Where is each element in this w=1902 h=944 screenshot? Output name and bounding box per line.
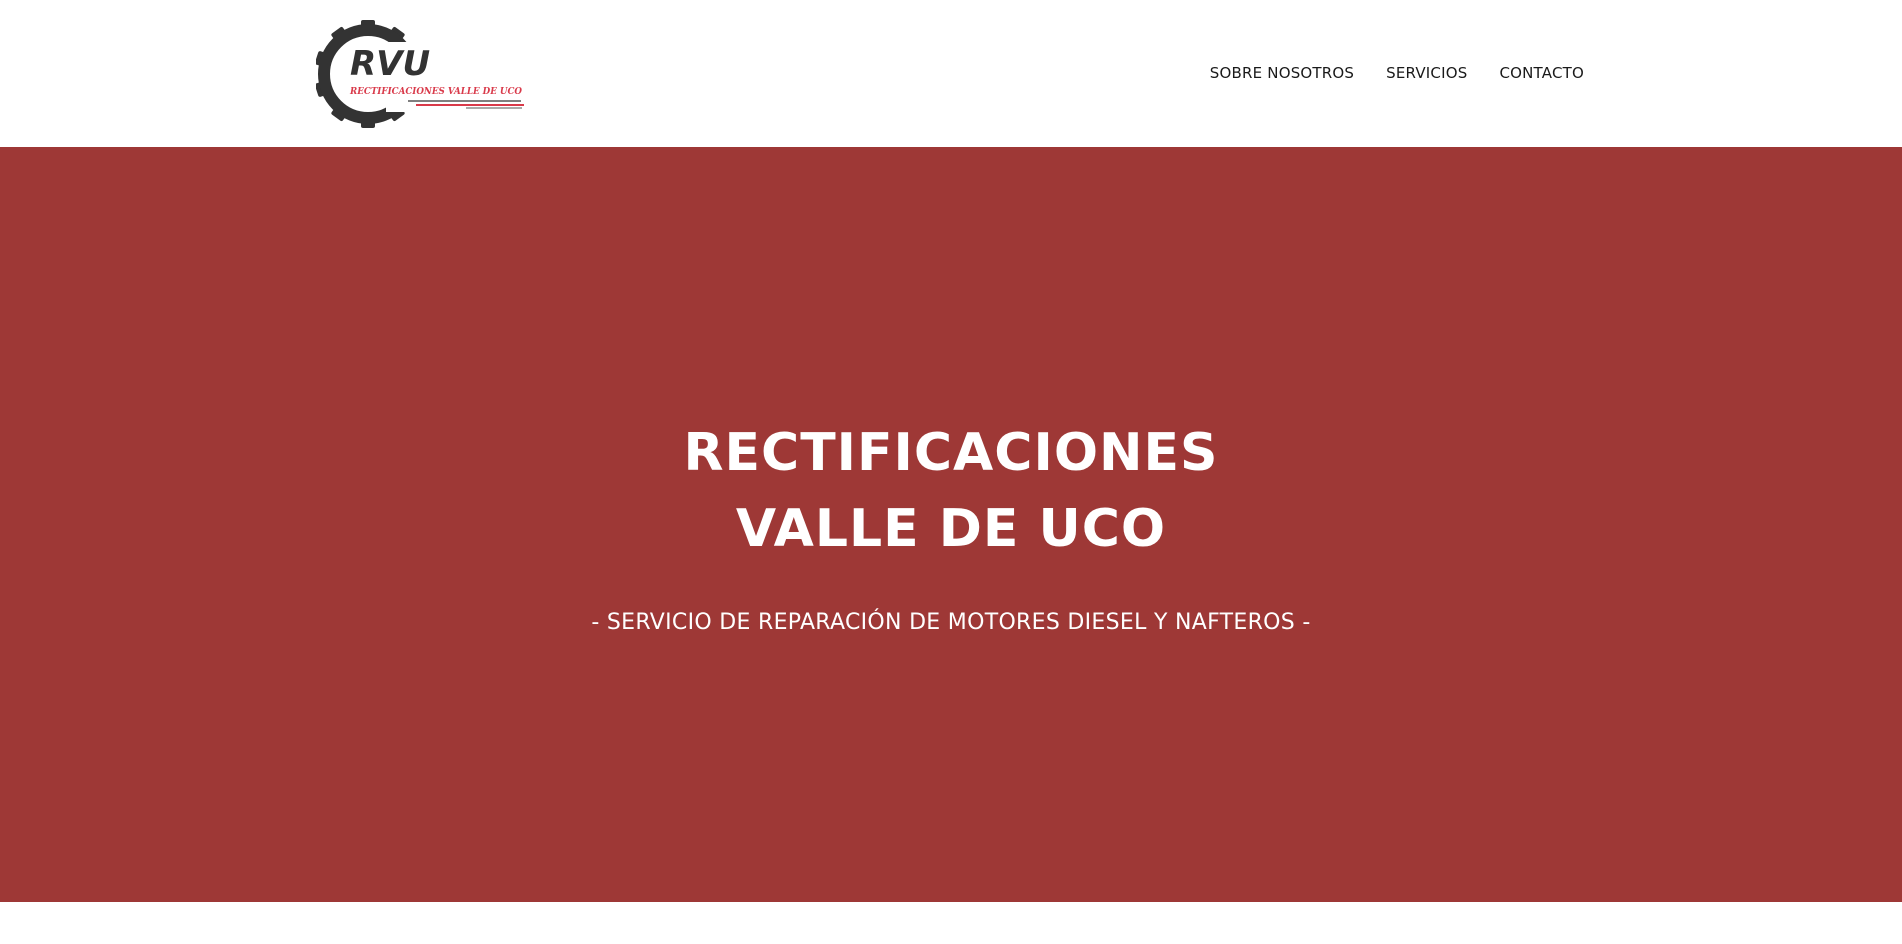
hero-banner: RECTIFICACIONES VALLE DE UCO - SERVICIO … — [0, 147, 1902, 902]
main-nav: SOBRE NOSOTROS SERVICIOS CONTACTO — [1210, 64, 1584, 82]
hero-title: RECTIFICACIONES VALLE DE UCO — [501, 415, 1401, 567]
gear-icon: RVU RECTIFICACIONES VALLE DE UCO — [316, 20, 526, 128]
nav-item-servicios[interactable]: SERVICIOS — [1386, 64, 1467, 82]
hero-title-line-2: VALLE DE UCO — [735, 499, 1167, 559]
logo-mark: RVU — [350, 44, 430, 84]
site-logo[interactable]: RVU RECTIFICACIONES VALLE DE UCO — [316, 20, 526, 130]
logo-tagline: RECTIFICACIONES VALLE DE UCO — [349, 86, 523, 97]
hero-title-line-1: RECTIFICACIONES — [683, 423, 1219, 483]
hero-subtitle: - SERVICIO DE REPARACIÓN DE MOTORES DIES… — [591, 609, 1311, 635]
site-header: RVU RECTIFICACIONES VALLE DE UCO SOBRE N… — [0, 0, 1902, 147]
page-bottom-strip — [0, 902, 1902, 944]
nav-item-sobre-nosotros[interactable]: SOBRE NOSOTROS — [1210, 64, 1354, 82]
nav-item-contacto[interactable]: CONTACTO — [1499, 64, 1584, 82]
